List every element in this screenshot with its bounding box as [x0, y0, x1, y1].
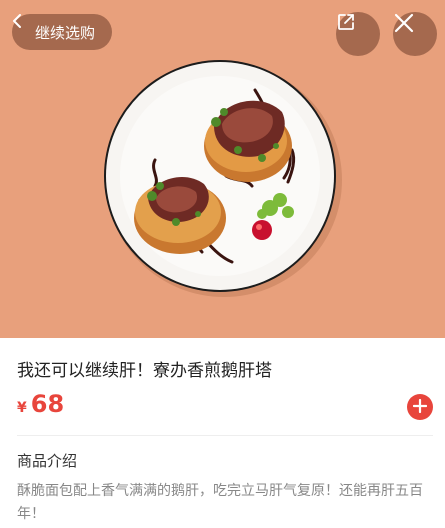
product-hero-image: 继续选购 [0, 0, 445, 338]
product-description: 酥脆面包配上香气满满的鹅肝，吃完立马肝气复原！还能再肝五百年！ [17, 483, 423, 522]
currency-symbol: ¥ [17, 400, 27, 416]
close-button[interactable] [393, 12, 437, 56]
plus-icon [412, 398, 428, 417]
continue-shopping-button[interactable]: 继续选购 [12, 14, 112, 50]
share-button[interactable] [336, 12, 380, 56]
add-to-cart-button[interactable] [407, 394, 433, 420]
foie-gras-plate-image [104, 60, 342, 297]
price-row: ¥ 68 [17, 390, 64, 422]
product-price: 68 [30, 390, 65, 418]
divider [17, 435, 433, 436]
product-intro-heading: 商品介绍 [17, 452, 78, 470]
continue-shopping-label: 继续选购 [34, 23, 95, 42]
product-info-panel: 我还可以继续肝！寮办香煎鹅肝塔 ¥ 68 商品介绍 酥脆面包配上香气满满的鹅肝，… [0, 338, 445, 528]
product-title: 我还可以继续肝！寮办香煎鹅肝塔 [17, 361, 272, 381]
